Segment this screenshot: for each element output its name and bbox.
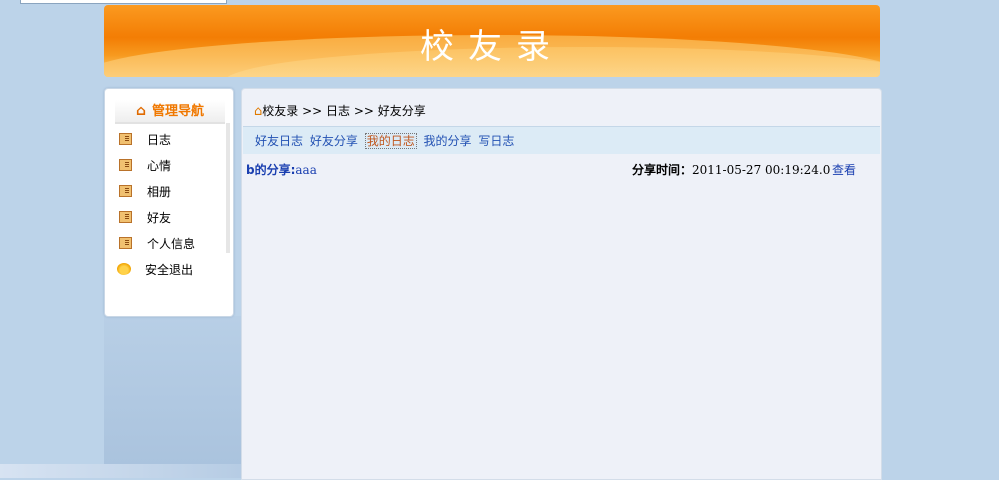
sidebar-item-label[interactable]: 好友 <box>147 211 171 225</box>
left-column-background <box>104 316 241 478</box>
exit-icon <box>117 263 131 275</box>
share-title-value[interactable]: aaa <box>295 163 316 177</box>
tab-my-share[interactable]: 我的分享 <box>424 134 472 148</box>
share-time-value: 2011-05-27 00:19:24.0 <box>692 163 831 177</box>
main-panel: ⌂校友录 >> 日志 >> 好友分享 好友日志 好友分享 我的日志 我的分享 写… <box>241 88 882 480</box>
sidebar-item-friends[interactable]: 好友 <box>105 205 229 231</box>
card-icon <box>119 237 132 249</box>
sidebar-item-album[interactable]: 相册 <box>105 179 229 205</box>
tab-write-diary[interactable]: 写日志 <box>478 134 514 148</box>
sidebar-item-profile[interactable]: 个人信息 <box>105 231 229 257</box>
sidebar-item-diary[interactable]: 日志 <box>105 127 229 153</box>
tab-my-diary[interactable]: 我的日志 <box>364 133 417 149</box>
banner: 校友录 <box>104 5 880 77</box>
sidebar-item-label[interactable]: 日志 <box>147 133 171 147</box>
sidebar-nav: 日志 心情 相册 好友 个人信息 安全退出 <box>105 127 229 283</box>
card-icon <box>119 211 132 223</box>
tab-friend-diary[interactable]: 好友日志 <box>255 134 303 148</box>
sidebar-item-label[interactable]: 相册 <box>147 185 171 199</box>
share-time: 分享时间：2011-05-27 00:19:24.0 <box>632 162 830 178</box>
sidebar-header: ⌂ 管理导航 <box>115 100 225 124</box>
home-icon: ⌂ <box>135 103 146 119</box>
banner-title: 校友录 <box>420 27 564 67</box>
sidebar-item-label[interactable]: 个人信息 <box>147 237 195 251</box>
sidebar-item-label[interactable]: 安全退出 <box>145 263 193 277</box>
breadcrumb-text: 校友录 >> 日志 >> 好友分享 <box>262 104 426 118</box>
sidebar-item-label[interactable]: 心情 <box>147 159 171 173</box>
tab-friend-share[interactable]: 好友分享 <box>310 134 358 148</box>
sidebar: ⌂ 管理导航 日志 心情 相册 好友 个人信息 安全退出 <box>104 88 234 317</box>
bottom-strip <box>0 464 241 478</box>
list-item: b的分享:aaa 分享时间：2011-05-27 00:19:24.0 查看 <box>242 162 879 178</box>
share-time-label: 分享时间： <box>632 163 693 177</box>
card-icon <box>119 159 132 171</box>
sidebar-item-mood[interactable]: 心情 <box>105 153 229 179</box>
view-link[interactable]: 查看 <box>832 162 856 178</box>
address-input[interactable] <box>20 0 227 4</box>
tab-bar: 好友日志 好友分享 我的日志 我的分享 写日志 <box>243 126 880 154</box>
share-owner-label: b的分享: <box>246 163 296 177</box>
sidebar-header-label: 管理导航 <box>152 104 205 119</box>
card-icon <box>119 185 132 197</box>
sidebar-item-logout[interactable]: 安全退出 <box>105 257 229 283</box>
breadcrumb: ⌂校友录 >> 日志 >> 好友分享 <box>254 103 426 119</box>
share-title[interactable]: b的分享:aaa <box>246 162 317 178</box>
card-icon <box>119 133 132 145</box>
